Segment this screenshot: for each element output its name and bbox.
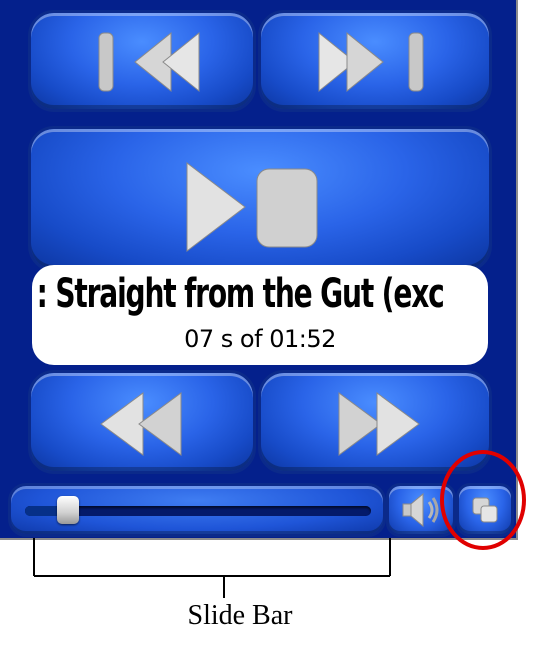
track-title: : Straight from the Gut (exc [36, 271, 445, 317]
track-info-display: : Straight from the Gut (exc 07 s of 01:… [32, 265, 488, 365]
previous-track-icon [98, 31, 200, 93]
next-track-icon [318, 31, 424, 93]
play-stop-icon [186, 161, 318, 253]
next-track-button[interactable] [258, 10, 492, 112]
fast-forward-icon [338, 392, 420, 456]
bracket-stem [223, 576, 225, 598]
slide-bar-bracket [32, 538, 392, 578]
highlight-circle [440, 450, 526, 550]
slide-bar-thumb[interactable] [57, 496, 80, 524]
track-time: 07 s of 01:52 [184, 325, 336, 353]
rewind-button[interactable] [28, 370, 256, 474]
screenshot-stage: : Straight from the Gut (exc 07 s of 01:… [0, 0, 534, 645]
previous-track-button[interactable] [28, 10, 256, 112]
slide-bar[interactable] [8, 483, 386, 537]
play-stop-button[interactable] [28, 126, 492, 272]
player-panel: : Straight from the Gut (exc 07 s of 01:… [0, 0, 516, 538]
media-player: : Straight from the Gut (exc 07 s of 01:… [0, 0, 518, 540]
slide-bar-caption: Slide Bar [187, 600, 293, 631]
rewind-icon [100, 392, 182, 456]
fast-forward-button[interactable] [258, 370, 492, 474]
